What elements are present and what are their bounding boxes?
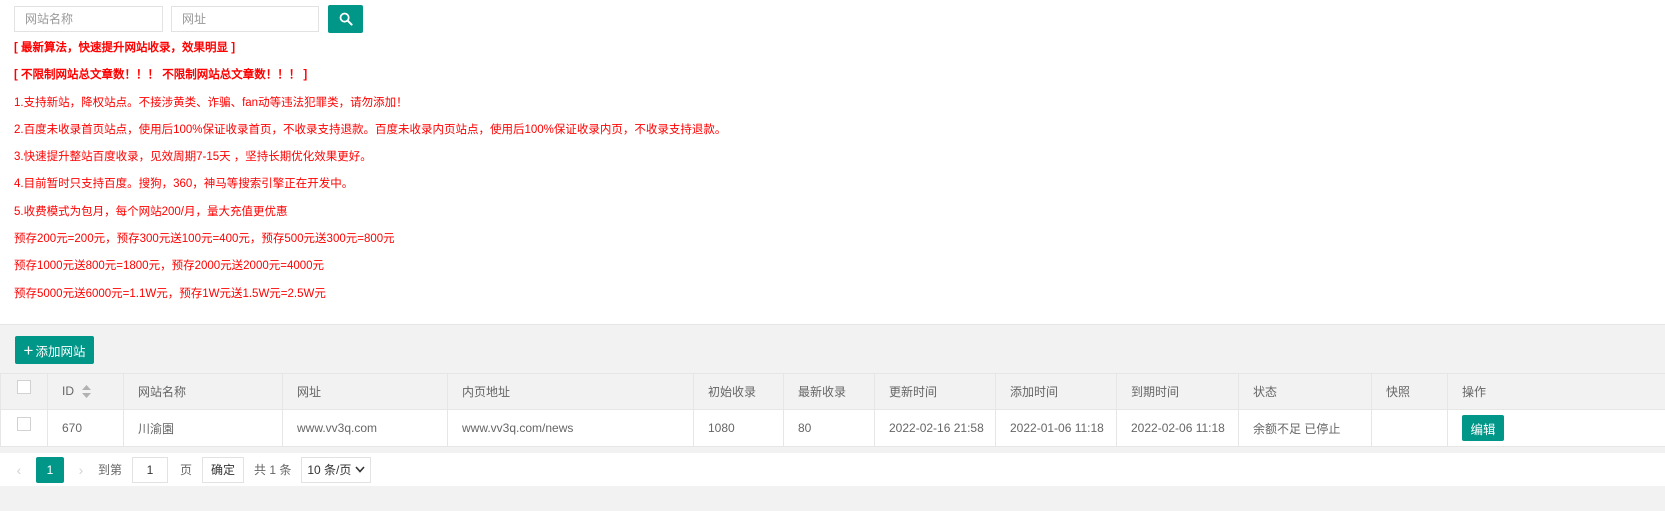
notice-item: 4.目前暂时只支持百度。搜狗，360，神马等搜索引擎正在开发中。 — [14, 175, 726, 202]
notice-item: 预存1000元送800元=1800元，预存2000元送2000元=4000元 — [14, 257, 726, 284]
search-icon — [339, 12, 353, 26]
column-header-status: 状态 — [1239, 374, 1372, 410]
cell-updated: 2022-02-16 21:58 — [875, 410, 996, 447]
goto-confirm-button[interactable]: 确定 — [202, 457, 244, 483]
notice-item: 预存200元=200元，预存300元送100元=400元，预存500元送300元… — [14, 230, 726, 257]
column-header-initial-index: 初始收录 — [694, 374, 784, 410]
add-site-label: 添加网站 — [35, 341, 85, 360]
page-size-value: 10 条/页 — [307, 461, 351, 478]
cell-initial-index: 1080 — [694, 410, 784, 447]
table-row: 670 川渝園 www.vv3q.com www.vv3q.com/news 1… — [1, 410, 1665, 447]
goto-label: 到第 — [98, 461, 122, 478]
column-header-expires: 到期时间 — [1117, 374, 1239, 410]
site-list-panel: + 添加网站 ID 网站名称 网址 内页地址 初始收录 最新收录 更新时间 添加… — [0, 324, 1665, 511]
search-bar — [14, 5, 363, 33]
sort-icon[interactable] — [82, 385, 91, 398]
notice-item: 3.快速提升整站百度收录，见效周期7-15天 ，坚持长期优化效果更好。 — [14, 148, 726, 175]
column-header-action: 操作 — [1448, 374, 1665, 410]
column-header-updated: 更新时间 — [875, 374, 996, 410]
cell-status: 余额不足 已停止 — [1239, 410, 1372, 447]
edit-button[interactable]: 编辑 — [1462, 415, 1504, 441]
add-site-button[interactable]: + 添加网站 — [15, 336, 94, 364]
column-header-snapshot: 快照 — [1372, 374, 1448, 410]
notice-list: [ 最新算法，快速提升网站收录，效果明显 ] [ 不限制网站总文章数！！！ 不限… — [14, 39, 726, 312]
column-header-id[interactable]: ID — [48, 374, 124, 410]
cell-site-name: 川渝園 — [124, 410, 283, 447]
notice-headline: [ 不限制网站总文章数！！！ 不限制网站总文章数！！！ ] — [14, 66, 726, 93]
site-name-search-input[interactable] — [14, 6, 163, 32]
chevron-right-icon[interactable]: › — [70, 462, 92, 478]
cell-snapshot — [1372, 410, 1448, 447]
search-button[interactable] — [328, 5, 363, 33]
row-checkbox[interactable] — [17, 417, 31, 431]
select-all-checkbox[interactable] — [17, 380, 31, 394]
column-header-latest-index: 最新收录 — [784, 374, 875, 410]
cell-action: 编辑 — [1448, 410, 1665, 447]
pagination: ‹ 1 › 到第 页 确定 共 1 条 10 条/页 — [0, 453, 1665, 486]
page-button-current[interactable]: 1 — [36, 457, 64, 483]
total-count: 共 1 条 — [254, 461, 291, 478]
cell-id: 670 — [48, 410, 124, 447]
cell-added: 2022-01-06 11:18 — [996, 410, 1117, 447]
chevron-left-icon[interactable]: ‹ — [8, 462, 30, 478]
page-unit-label: 页 — [180, 461, 192, 478]
column-header-url: 网址 — [283, 374, 448, 410]
cell-url: www.vv3q.com — [283, 410, 448, 447]
column-header-inner-url: 内页地址 — [448, 374, 694, 410]
url-search-input[interactable] — [171, 6, 319, 32]
notice-headline: [ 最新算法，快速提升网站收录，效果明显 ] — [14, 39, 726, 66]
table-header-row: ID 网站名称 网址 内页地址 初始收录 最新收录 更新时间 添加时间 到期时间… — [1, 374, 1665, 410]
chevron-down-icon — [355, 466, 365, 473]
plus-icon: + — [24, 342, 34, 359]
row-select-cell — [1, 410, 48, 447]
select-all-cell — [1, 374, 48, 410]
notice-item: 1.支持新站，降权站点。不接涉黄类、诈骗、fan动等违法犯罪类，请勿添加！ — [14, 94, 726, 121]
notice-item: 2.百度未收录首页站点，使用后100%保证收录首页，不收录支持退款。百度未收录内… — [14, 121, 726, 148]
site-table: ID 网站名称 网址 内页地址 初始收录 最新收录 更新时间 添加时间 到期时间… — [0, 373, 1665, 447]
notice-item: 预存5000元送6000元=1.1W元，预存1W元送1.5W元=2.5W元 — [14, 285, 726, 312]
goto-page-input[interactable] — [132, 457, 168, 483]
cell-latest-index: 80 — [784, 410, 875, 447]
cell-expires: 2022-02-06 11:18 — [1117, 410, 1239, 447]
page-size-select[interactable]: 10 条/页 — [301, 457, 371, 483]
cell-inner-url: www.vv3q.com/news — [448, 410, 694, 447]
column-header-added: 添加时间 — [996, 374, 1117, 410]
notice-item: 5.收费模式为包月，每个网站200/月，量大充值更优惠 — [14, 203, 726, 230]
column-header-site-name: 网站名称 — [124, 374, 283, 410]
